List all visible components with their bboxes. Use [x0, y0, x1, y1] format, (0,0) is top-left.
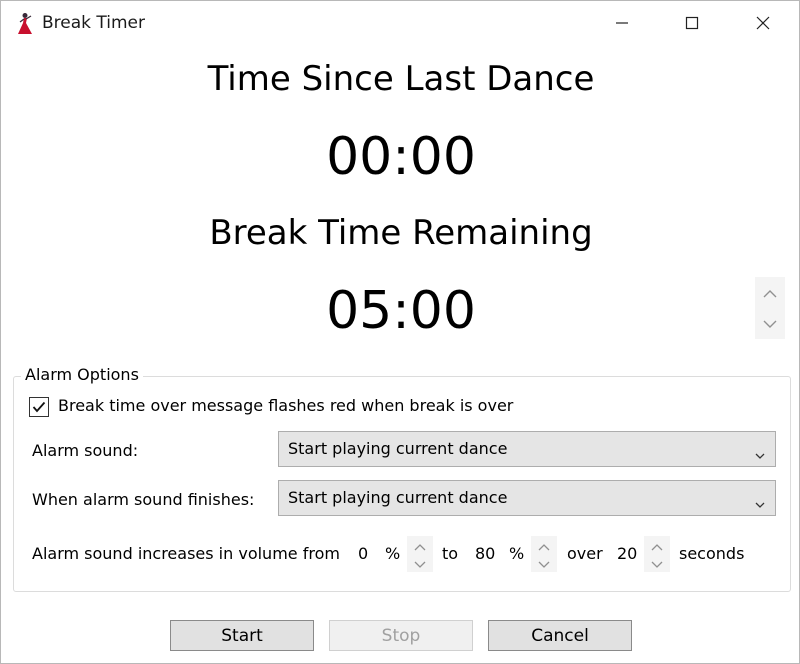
cancel-button[interactable]: Cancel: [488, 620, 632, 651]
volume-from-value[interactable]: 0: [358, 544, 368, 563]
volume-from-spinner: [407, 536, 433, 572]
maximize-button[interactable]: [657, 1, 727, 47]
volume-from-down-button[interactable]: [407, 554, 433, 572]
chevron-down-icon: [755, 445, 765, 459]
chevron-up-icon: [538, 536, 550, 555]
volume-over-spinner: [644, 536, 670, 572]
break-time-spinner: [755, 277, 785, 339]
volume-to-up-button[interactable]: [531, 536, 557, 554]
dancer-icon: [15, 12, 35, 36]
break-time-up-button[interactable]: [755, 277, 785, 308]
volume-from-up-button[interactable]: [407, 536, 433, 554]
volume-to-down-button[interactable]: [531, 554, 557, 572]
alarm-options-label: Alarm Options: [21, 365, 143, 384]
alarm-sound-select[interactable]: Start playing current dance: [278, 431, 776, 467]
alarm-sound-value: Start playing current dance: [288, 439, 508, 458]
alarm-sound-label: Alarm sound:: [32, 441, 139, 460]
minimize-button[interactable]: [587, 1, 657, 47]
break-remaining-value: 05:00: [326, 281, 476, 341]
volume-to-unit: %: [509, 544, 525, 563]
volume-over-up-button[interactable]: [644, 536, 670, 554]
chevron-down-icon: [538, 554, 550, 573]
stop-button[interactable]: Stop: [329, 620, 473, 651]
time-since-value: 00:00: [326, 127, 476, 187]
volume-over-unit: seconds: [679, 544, 745, 563]
window-title: Break Timer: [42, 13, 145, 33]
close-icon: [756, 15, 770, 34]
maximize-icon: [685, 15, 699, 34]
volume-over-value[interactable]: 20: [617, 544, 637, 563]
volume-to-label: to: [442, 544, 459, 563]
chevron-up-icon: [651, 536, 663, 555]
break-timer-window: Break Timer Time Since Last Dance 00:00 …: [0, 0, 800, 664]
volume-to-spinner: [531, 536, 557, 572]
checkmark-icon: [32, 398, 46, 417]
flash-red-checkbox-label[interactable]: Break time over message flashes red when…: [58, 396, 513, 415]
alarm-finish-select[interactable]: Start playing current dance: [278, 480, 776, 516]
minimize-icon: [615, 15, 629, 34]
close-button[interactable]: [728, 1, 798, 47]
break-remaining-heading: Break Time Remaining: [209, 213, 593, 253]
alarm-finish-value: Start playing current dance: [288, 488, 508, 507]
volume-over-label: over: [567, 544, 603, 563]
chevron-down-icon: [763, 314, 777, 333]
volume-over-down-button[interactable]: [644, 554, 670, 572]
start-button[interactable]: Start: [170, 620, 314, 651]
chevron-down-icon: [651, 554, 663, 573]
volume-from-unit: %: [385, 544, 401, 563]
chevron-down-icon: [414, 554, 426, 573]
alarm-finish-label: When alarm sound finishes:: [32, 490, 255, 509]
title-bar[interactable]: Break Timer: [1, 1, 799, 47]
volume-to-value[interactable]: 80: [475, 544, 495, 563]
volume-increase-label: Alarm sound increases in volume from: [32, 544, 340, 563]
chevron-up-icon: [414, 536, 426, 555]
chevron-up-icon: [763, 283, 777, 302]
flash-red-checkbox[interactable]: [29, 397, 49, 417]
break-time-down-button[interactable]: [755, 308, 785, 339]
time-since-heading: Time Since Last Dance: [207, 59, 595, 99]
chevron-down-icon: [755, 494, 765, 508]
